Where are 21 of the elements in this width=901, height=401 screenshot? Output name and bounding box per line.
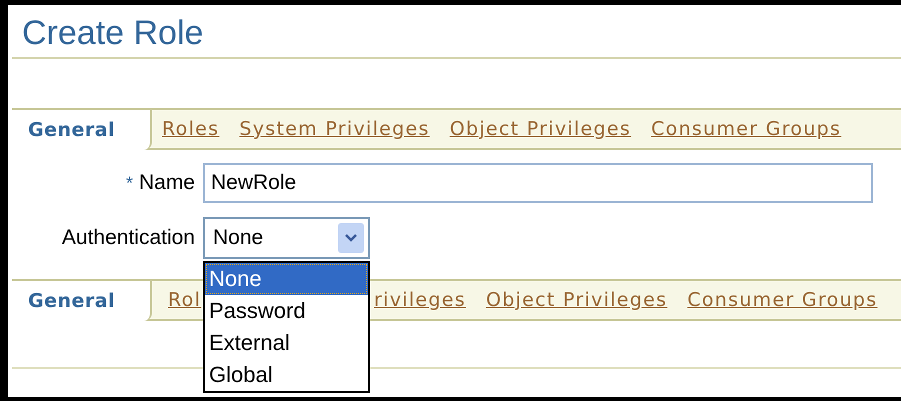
tab[interactable]: rivileges bbox=[374, 281, 476, 319]
page-title: Create Role bbox=[12, 5, 901, 59]
tab[interactable]: Consumer Groups bbox=[641, 110, 852, 148]
tab[interactable]: Object Privileges bbox=[440, 110, 642, 148]
tab[interactable]: General bbox=[12, 281, 152, 321]
dropdown-option[interactable]: Global bbox=[205, 359, 368, 391]
dropdown-option[interactable]: None bbox=[205, 263, 368, 295]
field-label: * Name bbox=[124, 171, 196, 195]
name-field[interactable]: NewRole bbox=[203, 163, 873, 203]
dropdown-option[interactable]: Password bbox=[205, 295, 368, 327]
required-mark: * bbox=[126, 173, 133, 193]
tab[interactable]: Rol bbox=[152, 281, 205, 319]
authentication-select[interactable]: None bbox=[203, 217, 370, 259]
dropdown-option[interactable]: External bbox=[205, 327, 368, 359]
tab[interactable]: Consumer Groups bbox=[677, 281, 888, 319]
tab[interactable]: General bbox=[12, 110, 152, 150]
tab[interactable]: Roles bbox=[152, 110, 230, 148]
chevron-down-icon bbox=[338, 223, 364, 253]
field-label: Authentication bbox=[60, 226, 196, 250]
tab[interactable]: Object Privileges bbox=[476, 281, 678, 319]
tab[interactable]: System Privileges bbox=[229, 110, 440, 148]
